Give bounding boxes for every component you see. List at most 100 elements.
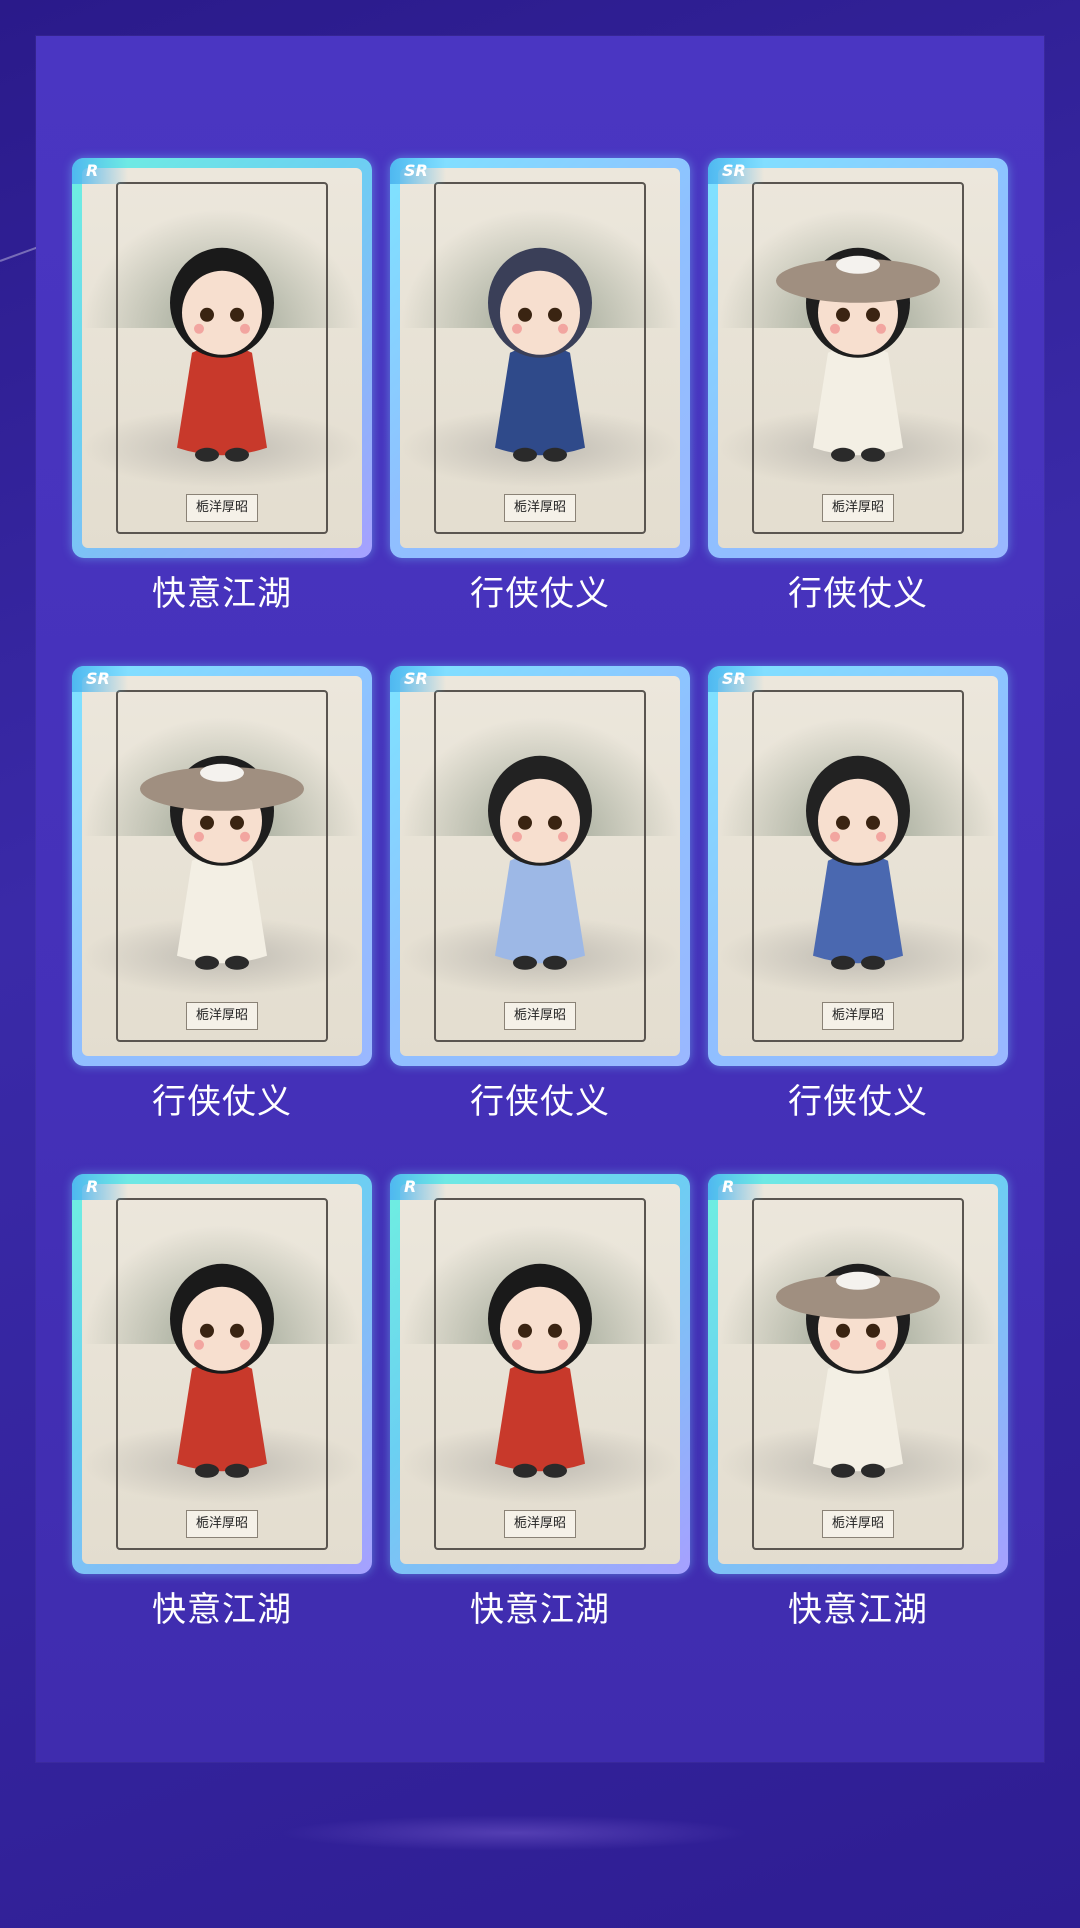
card[interactable]: 栀洋厚昭 R: [390, 1174, 690, 1574]
game-logo: 栀洋厚昭: [186, 494, 258, 522]
card-name: 行侠仗义: [152, 1082, 292, 1122]
card-slot[interactable]: 栀洋厚昭 R 快意江湖: [708, 1174, 1008, 1632]
blush-left: [512, 323, 522, 334]
game-logo: 栀洋厚昭: [186, 1002, 258, 1030]
card[interactable]: 栀洋厚昭 SR: [390, 666, 690, 1066]
blush-right: [240, 1339, 250, 1350]
foot-right: [543, 447, 567, 462]
hat-top: [200, 763, 244, 782]
card-name: 快意江湖: [470, 1590, 610, 1630]
game-logo: 栀洋厚昭: [186, 1510, 258, 1538]
blush-right: [240, 831, 250, 842]
rarity-badge: SR: [72, 666, 128, 692]
robe: [177, 853, 267, 964]
robe: [813, 853, 903, 964]
card[interactable]: 栀洋厚昭 SR: [708, 666, 1008, 1066]
card[interactable]: 栀洋厚昭 R: [72, 1174, 372, 1574]
card-slot[interactable]: 栀洋厚昭 R 快意江湖: [72, 158, 372, 616]
rarity-badge: R: [72, 1174, 128, 1200]
character-illustration: [488, 247, 592, 462]
robe: [177, 345, 267, 456]
card-slot[interactable]: 栀洋厚昭 SR 行侠仗义: [708, 666, 1008, 1124]
card-name: 行侠仗义: [470, 574, 610, 614]
blush-right: [558, 1339, 568, 1350]
eye-left: [836, 1323, 850, 1338]
face: [182, 1286, 262, 1371]
blush-right: [558, 831, 568, 842]
card-slot[interactable]: 栀洋厚昭 SR 行侠仗义: [390, 666, 690, 1124]
blush-left: [194, 323, 204, 334]
blush-left: [194, 1339, 204, 1350]
game-logo: 栀洋厚昭: [822, 1002, 894, 1030]
foot-left: [195, 955, 219, 970]
card-name: 快意江湖: [152, 1590, 292, 1630]
robe: [495, 853, 585, 964]
foot-right: [861, 955, 885, 970]
eye-right: [230, 1323, 244, 1338]
game-logo: 栀洋厚昭: [504, 494, 576, 522]
card-slot[interactable]: 栀洋厚昭 R 快意江湖: [72, 1174, 372, 1632]
eye-left: [518, 1323, 532, 1338]
face: [500, 1286, 580, 1371]
blush-left: [830, 1339, 840, 1350]
blush-right: [876, 831, 886, 842]
blush-left: [830, 831, 840, 842]
foot-left: [195, 1463, 219, 1478]
card-art: 栀洋厚昭: [400, 1184, 680, 1564]
card-art: 栀洋厚昭: [400, 168, 680, 548]
character-illustration: [170, 1263, 274, 1478]
foot-right: [225, 447, 249, 462]
card-name: 行侠仗义: [470, 1082, 610, 1122]
card[interactable]: 栀洋厚昭 SR: [390, 158, 690, 558]
robe: [813, 345, 903, 456]
eye-right: [548, 307, 562, 322]
rarity-badge: SR: [390, 666, 446, 692]
character-illustration: [806, 755, 910, 970]
eye-left: [200, 1323, 214, 1338]
rarity-badge: R: [390, 1174, 446, 1200]
character-illustration: [488, 755, 592, 970]
eye-left: [200, 815, 214, 830]
card-slot[interactable]: 栀洋厚昭 SR 行侠仗义: [708, 158, 1008, 616]
card[interactable]: 栀洋厚昭 SR: [72, 666, 372, 1066]
eye-right: [866, 1323, 880, 1338]
blush-right: [876, 1339, 886, 1350]
card-art: 栀洋厚昭: [718, 1184, 998, 1564]
hat-top: [836, 255, 880, 274]
card-name: 快意江湖: [788, 1590, 928, 1630]
game-logo: 栀洋厚昭: [504, 1510, 576, 1538]
face: [182, 270, 262, 355]
eye-right: [230, 307, 244, 322]
card-art: 栀洋厚昭: [718, 168, 998, 548]
card[interactable]: 栀洋厚昭 R: [708, 1174, 1008, 1574]
blush-left: [512, 1339, 522, 1350]
eye-right: [866, 815, 880, 830]
eye-right: [866, 307, 880, 322]
card-slot[interactable]: 栀洋厚昭 SR 行侠仗义: [390, 158, 690, 616]
card-slot[interactable]: 栀洋厚昭 R 快意江湖: [390, 1174, 690, 1632]
foot-right: [543, 1463, 567, 1478]
blush-left: [194, 831, 204, 842]
card-name: 快意江湖: [152, 574, 292, 614]
character-illustration: [776, 1263, 940, 1478]
eye-right: [230, 815, 244, 830]
card-name: 行侠仗义: [788, 1082, 928, 1122]
card[interactable]: 栀洋厚昭 R: [72, 158, 372, 558]
foot-right: [225, 955, 249, 970]
blush-left: [830, 323, 840, 334]
game-logo: 栀洋厚昭: [822, 1510, 894, 1538]
foot-left: [831, 447, 855, 462]
blush-right: [558, 323, 568, 334]
character-illustration: [140, 755, 304, 970]
blush-right: [240, 323, 250, 334]
card[interactable]: 栀洋厚昭 SR: [708, 158, 1008, 558]
foot-left: [831, 955, 855, 970]
card-art: 栀洋厚昭: [400, 676, 680, 1056]
game-logo: 栀洋厚昭: [504, 1002, 576, 1030]
foot-left: [513, 447, 537, 462]
blush-left: [512, 831, 522, 842]
robe: [495, 345, 585, 456]
card-slot[interactable]: 栀洋厚昭 SR 行侠仗义: [72, 666, 372, 1124]
hat-top: [836, 1271, 880, 1290]
game-logo: 栀洋厚昭: [822, 494, 894, 522]
